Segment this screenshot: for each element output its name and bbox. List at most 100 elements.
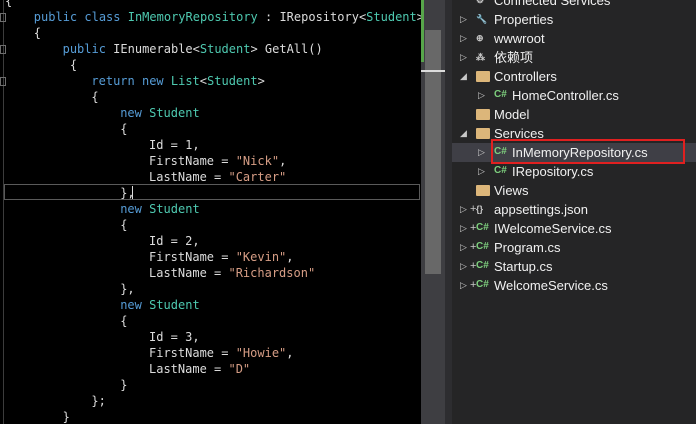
- code-token: },: [120, 282, 135, 296]
- tree-item[interactable]: ▷ + C# Startup.cs: [452, 257, 696, 276]
- collapsed-arrow-icon[interactable]: ▷: [460, 48, 467, 67]
- code-line[interactable]: {: [120, 313, 127, 329]
- collapsed-arrow-icon[interactable]: ▷: [478, 143, 485, 162]
- code-line[interactable]: {: [120, 121, 127, 137]
- code-token: Id = 1,: [149, 138, 200, 152]
- tree-item[interactable]: ▷ + C# IWelcomeService.cs: [452, 219, 696, 238]
- tree-item-label: IWelcomeService.cs: [494, 221, 612, 236]
- tree-item-label: Connected Services: [494, 0, 611, 8]
- collapsed-arrow-icon[interactable]: ▷: [460, 10, 467, 29]
- tree-item-label: Startup.cs: [494, 259, 553, 274]
- tree-item[interactable]: Model: [452, 105, 696, 124]
- tree-item-label: Model: [494, 107, 530, 122]
- code-line[interactable]: {: [63, 57, 77, 73]
- code-line[interactable]: LastName = "Richardson": [149, 265, 315, 281]
- code-token: >: [257, 74, 265, 88]
- code-token: :: [257, 10, 280, 24]
- tree-item[interactable]: ▷ ⁂ 依赖项: [452, 48, 696, 67]
- code-token: }: [120, 378, 128, 392]
- code-line[interactable]: },: [120, 281, 134, 297]
- tree-item[interactable]: ▷ + C# Program.cs: [452, 238, 696, 257]
- tree-item[interactable]: ◢ Controllers: [452, 67, 696, 86]
- collapsed-arrow-icon[interactable]: ▷: [460, 219, 467, 238]
- annotation-highlight-box: [491, 139, 685, 164]
- code-token: <: [199, 74, 208, 88]
- code-token: FirstName =: [149, 250, 236, 264]
- tree-item[interactable]: ▷ C# HomeController.cs: [452, 86, 696, 105]
- code-token: LastName =: [149, 170, 229, 184]
- code-line[interactable]: {: [5, 0, 12, 9]
- collapsed-arrow-icon[interactable]: ▷: [460, 29, 467, 48]
- code-line[interactable]: };: [91, 393, 105, 409]
- code-token: public: [62, 42, 114, 56]
- scrollbar-thumb[interactable]: [425, 30, 441, 274]
- tree-item[interactable]: ⚙ Connected Services: [452, 0, 696, 10]
- code-line[interactable]: {: [91, 89, 98, 105]
- code-line[interactable]: }: [120, 377, 127, 393]
- code-line[interactable]: LastName = "Carter": [149, 169, 286, 185]
- code-token: {: [120, 218, 128, 232]
- code-line[interactable]: return new List<Student>: [91, 73, 264, 89]
- folder-icon: [476, 185, 490, 196]
- code-token: ,: [279, 154, 287, 168]
- collapsed-arrow-icon[interactable]: ▷: [460, 276, 467, 295]
- code-token: Student: [199, 42, 251, 56]
- fold-toggle-icon[interactable]: [0, 77, 6, 86]
- tree-item[interactable]: ▷ 🔧 Properties: [452, 10, 696, 29]
- caret-position-marker: [421, 70, 445, 72]
- code-line[interactable]: {: [34, 25, 41, 41]
- editor-vertical-scrollbar[interactable]: [421, 0, 445, 424]
- code-line[interactable]: LastName = "D": [149, 361, 250, 377]
- tree-item-label: Controllers: [494, 69, 557, 84]
- tree-item-label: HomeController.cs: [512, 88, 619, 103]
- expanded-arrow-icon[interactable]: ◢: [460, 124, 467, 143]
- code-token: {: [5, 0, 13, 8]
- tree-item[interactable]: ▷ ⊕ wwwroot: [452, 29, 696, 48]
- code-line[interactable]: {: [120, 217, 127, 233]
- code-token: Student: [366, 10, 417, 24]
- collapsed-arrow-icon[interactable]: ▷: [478, 162, 485, 181]
- tree-item[interactable]: ▷ + C# WelcomeService.cs: [452, 276, 696, 295]
- folder-icon: [476, 128, 490, 139]
- code-line[interactable]: new Student: [120, 105, 199, 121]
- code-line[interactable]: Id = 3,: [149, 329, 200, 345]
- code-token: Student: [149, 298, 200, 312]
- collapsed-arrow-icon[interactable]: ▷: [478, 86, 485, 105]
- solution-explorer[interactable]: ⚙ Connected Services ▷ 🔧 Properties ▷ ⊕ wwwroot…: [452, 0, 696, 424]
- folder-icon: [476, 71, 490, 82]
- code-line[interactable]: FirstName = "Howie",: [149, 345, 294, 361]
- code-line[interactable]: FirstName = "Nick",: [149, 153, 286, 169]
- expanded-arrow-icon[interactable]: ◢: [460, 67, 467, 86]
- code-line[interactable]: Id = 1,: [149, 137, 200, 153]
- tree-item-label: IRepository.cs: [512, 164, 594, 179]
- code-line[interactable]: public IEnumerable<Student> GetAll(): [63, 41, 323, 57]
- tree-item[interactable]: ▷ +{} appsettings.json: [452, 200, 696, 219]
- csharp-file-icon: C#: [476, 279, 489, 290]
- code-token: "D": [228, 362, 251, 376]
- panel-splitter[interactable]: [445, 0, 452, 424]
- fold-toggle-icon[interactable]: [0, 45, 6, 54]
- collapsed-arrow-icon[interactable]: ▷: [460, 200, 467, 219]
- tree-item[interactable]: Views: [452, 181, 696, 200]
- code-token: new: [120, 106, 150, 120]
- csharp-file-icon: C#: [494, 89, 507, 100]
- tree-item[interactable]: ▷ C# IRepository.cs: [452, 162, 696, 181]
- tree-item-label: Program.cs: [494, 240, 561, 255]
- code-token: "Kevin": [235, 250, 287, 264]
- code-editor[interactable]: {public class InMemoryRepository : IRepo…: [0, 0, 421, 424]
- fold-toggle-icon[interactable]: [0, 13, 6, 22]
- code-line[interactable]: new Student: [120, 297, 199, 313]
- code-token: > GetAll(): [250, 42, 323, 56]
- code-token: Student: [149, 106, 200, 120]
- code-token: FirstName =: [149, 154, 236, 168]
- code-token: new: [120, 202, 150, 216]
- code-line[interactable]: public class InMemoryRepository : IRepos…: [34, 9, 421, 25]
- code-line[interactable]: new Student: [120, 201, 199, 217]
- code-line[interactable]: FirstName = "Kevin",: [149, 249, 294, 265]
- collapsed-arrow-icon[interactable]: ▷: [460, 238, 467, 257]
- code-token: {: [120, 314, 128, 328]
- collapsed-arrow-icon[interactable]: ▷: [460, 257, 467, 276]
- dependencies-icon: ⁂: [476, 52, 485, 62]
- code-line[interactable]: Id = 2,: [149, 233, 200, 249]
- code-line[interactable]: }: [63, 409, 70, 424]
